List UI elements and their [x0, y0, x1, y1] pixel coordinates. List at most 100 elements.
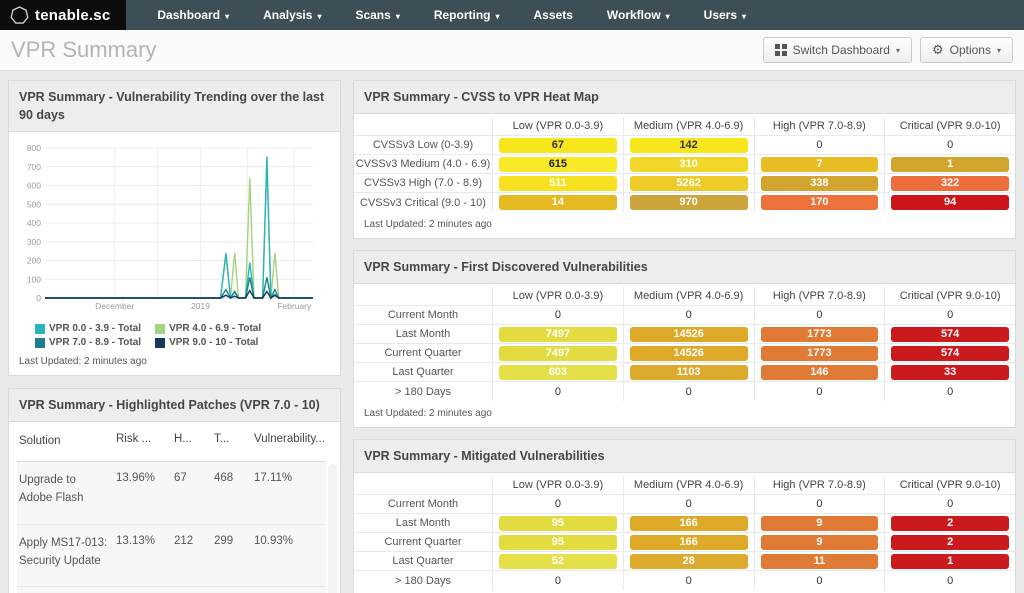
patches-cell: 468 [214, 472, 234, 485]
page-header: VPR Summary Switch Dashboard ▾ ⚙ Options… [0, 30, 1024, 71]
patches-column-header: T... [214, 433, 230, 446]
heatmap-value-bar[interactable]: 603 [499, 364, 617, 380]
legend-item[interactable]: VPR 7.0 - 8.9 - Total [35, 337, 141, 348]
heatmap-value-bar[interactable]: 7 [760, 156, 879, 172]
nav-item-label: Reporting [433, 8, 491, 22]
trending-panel-title: VPR Summary - Vulnerability Trending ove… [9, 81, 340, 133]
heatmap-value-bar[interactable]: 615 [499, 156, 617, 172]
patches-cell: Upgrade to Adobe Flash [19, 474, 84, 504]
vertical-scrollbar[interactable] [328, 464, 337, 593]
heatmap-value-bar[interactable]: 7497 [499, 326, 617, 342]
nav-item-assets[interactable]: Assets [517, 0, 590, 30]
row-label: Current Month [387, 498, 459, 511]
heatmap-value-bar[interactable]: 142 [629, 137, 748, 153]
heatmap-value-bar[interactable]: 1 [891, 156, 1009, 172]
heatmap-value-bar[interactable]: 5262 [629, 175, 748, 191]
nav-item-workflow[interactable]: Workflow ▾ [590, 0, 687, 30]
heatmap-column-header: High (VPR 7.0-8.9) [753, 476, 885, 495]
nav-item-label: Analysis [263, 8, 313, 22]
table-row: Current Month 0 0 0 0 [354, 306, 1015, 326]
heatmap-value-bar[interactable]: 166 [629, 534, 748, 550]
trending-last-updated: Last Updated: 2 minutes ago [19, 356, 147, 368]
heatmap-value-bar[interactable]: 310 [629, 156, 748, 172]
nav-item-scans[interactable]: Scans ▾ [338, 0, 416, 30]
nav-item-dashboard[interactable]: Dashboard ▾ [140, 0, 246, 30]
heatmap-cell: 0 [753, 306, 885, 325]
brand-label: tenable.sc [35, 6, 111, 24]
table-row: Last Month 7497 14526 1773 574 [354, 325, 1015, 345]
heatmap-value-bar[interactable]: 970 [629, 195, 748, 211]
heatmap-value-bar[interactable]: 52 [499, 553, 617, 569]
svg-text:February: February [277, 301, 312, 311]
heatmap-value-bar[interactable]: 146 [760, 364, 879, 380]
svg-text:December: December [95, 301, 134, 311]
heatmap-column-header: Critical (VPR 9.0-10) [884, 117, 1015, 136]
heatmap-value-bar[interactable]: 67 [499, 137, 617, 153]
heatmap-value-bar[interactable]: 95 [499, 515, 617, 531]
heatmap-value-bar[interactable]: 95 [499, 534, 617, 550]
heatmap-value-bar[interactable]: 14526 [629, 345, 748, 361]
heatmap-value-bar[interactable]: 2 [891, 515, 1009, 531]
heatmap-cell: 615 [492, 155, 623, 174]
svg-text:200: 200 [27, 256, 41, 266]
chevron-down-icon: ▾ [742, 11, 747, 21]
heatmap-value-bar[interactable]: 170 [760, 195, 879, 211]
table-row[interactable]: Upgrade to Adobe Flash 13.96% 67 468 17.11% [17, 462, 326, 525]
row-label: Last Quarter [392, 366, 454, 379]
heatmap-value-bar[interactable]: 9 [760, 515, 879, 531]
heatmap-value-bar[interactable]: 1773 [760, 345, 879, 361]
heatmap-value-bar[interactable]: 94 [891, 195, 1009, 211]
heatmap-value-bar[interactable]: 9 [760, 534, 879, 550]
heatmap-value-bar[interactable]: 1773 [760, 326, 879, 342]
left-column: VPR Summary - Vulnerability Trending ove… [8, 80, 341, 593]
patches-cell: 67 [174, 472, 187, 485]
legend-label: VPR 7.0 - 8.9 - Total [49, 337, 142, 349]
chevron-down-icon: ▾ [317, 11, 322, 21]
heatmap-value-bar[interactable]: 511 [499, 175, 617, 191]
heatmap-value-bar[interactable]: 1103 [629, 364, 748, 380]
nav-item-reporting[interactable]: Reporting ▾ [417, 0, 517, 30]
heatmap-cell: 166 [622, 514, 754, 533]
svg-text:700: 700 [27, 162, 41, 172]
nav-item-users[interactable]: Users ▾ [687, 0, 763, 30]
heatmap-cell: 2 [884, 514, 1015, 533]
patches-cell: 299 [214, 534, 234, 547]
heatmap-value-bar[interactable]: 2 [891, 534, 1009, 550]
heatmap-cell: 0 [753, 495, 885, 514]
heatmap-value-bar[interactable]: 322 [891, 175, 1009, 191]
heatmap-value-bar[interactable]: 7497 [499, 345, 617, 361]
patches-cell: 13.13% [116, 534, 156, 547]
options-button[interactable]: ⚙ Options ▾ [919, 37, 1013, 63]
heatmap-cell: 52 [492, 552, 623, 571]
heatmap-value-bar[interactable]: 14 [499, 195, 617, 211]
heatmap-value-bar[interactable]: 166 [629, 515, 748, 531]
patches-column-header: Solution [19, 435, 61, 448]
legend-item[interactable]: VPR 4.0 - 6.9 - Total [155, 323, 261, 334]
table-row[interactable]: Apply Microsoft Security Advisory12.41%2… [17, 587, 326, 593]
heatmap-table: Low (VPR 0.0-3.9) Medium (VPR 4.0-6.9) Hig… [354, 473, 1015, 591]
table-row[interactable]: Apply MS17-013: Security Update 13.13% 212… [17, 524, 326, 588]
heatmap-value-bar[interactable]: 11 [760, 553, 879, 569]
legend-item[interactable]: VPR 0.0 - 3.9 - Total [35, 323, 141, 334]
chevron-down-icon: ▾ [996, 45, 1001, 55]
heatmap-cell: 14 [492, 193, 623, 213]
heatmap-value-bar[interactable]: 1 [891, 553, 1009, 569]
options-label: Options [949, 43, 991, 57]
legend-label: VPR 0.0 - 3.9 - Total [49, 323, 142, 335]
heatmap-value-bar[interactable]: 28 [629, 553, 748, 569]
nav-item-label: Dashboard [157, 8, 221, 22]
nav-item-analysis[interactable]: Analysis ▾ [246, 0, 338, 30]
heatmap-value-bar[interactable]: 338 [760, 175, 879, 191]
heatmap-value-bar[interactable]: 574 [891, 326, 1009, 342]
heatmap-cell: 970 [622, 193, 754, 213]
heatmap-cell: 1 [884, 155, 1015, 174]
heatmap-value-bar[interactable]: 574 [891, 345, 1009, 361]
switch-dashboard-button[interactable]: Switch Dashboard ▾ [762, 37, 912, 63]
heatmap-value-bar[interactable]: 14526 [629, 326, 748, 342]
heatmap-cell: 142 [622, 136, 754, 155]
brand-logo[interactable]: tenable.sc [0, 0, 127, 30]
heatmap-cell: 338 [753, 174, 885, 193]
heatmap-value-bar[interactable]: 33 [891, 364, 1009, 380]
table-row: CVSSv3 Medium (4.0 - 6.9) 615 310 7 1 [354, 155, 1015, 175]
legend-item[interactable]: VPR 9.0 - 10 - Total [155, 337, 258, 348]
